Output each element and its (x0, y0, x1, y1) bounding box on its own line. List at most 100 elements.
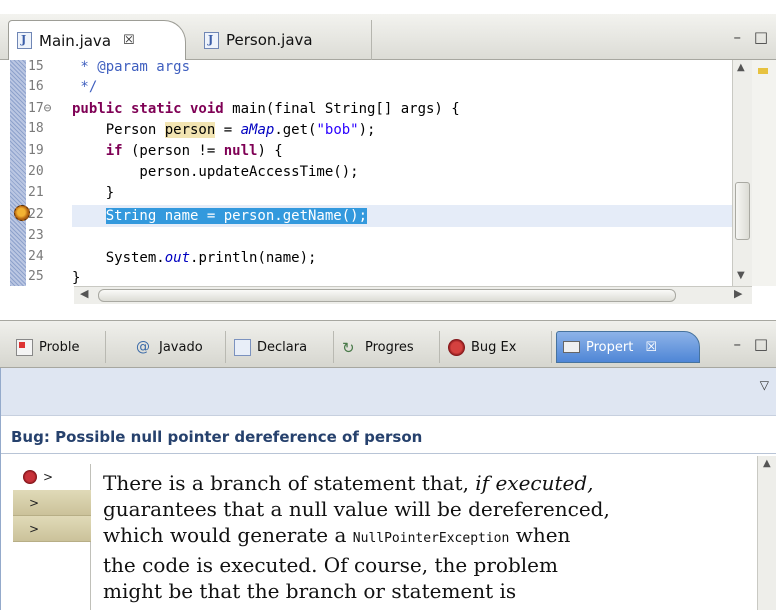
view-menu-icon[interactable]: ▽ (760, 378, 769, 392)
tab-person-java[interactable]: J Person.java (196, 20, 372, 60)
properties-scrollbar[interactable]: ▲ (757, 456, 776, 610)
keyword: public static void (72, 101, 224, 117)
line-number: 22 (28, 207, 44, 222)
code-line-21: } (72, 185, 115, 201)
tab-label: Progres (365, 339, 414, 355)
line-number: 15 (28, 59, 44, 74)
code-text: (person != (122, 143, 224, 159)
tree-row[interactable]: > (13, 490, 91, 516)
properties-toolbar: ▽ (1, 368, 776, 416)
scroll-thumb[interactable] (98, 289, 676, 302)
line-number[interactable]: 17⊖ (28, 100, 51, 118)
editor-tab-bar: J Main.java ☒ J Person.java – □ (0, 14, 776, 60)
code-text: ) { (257, 143, 283, 159)
warning-mark-icon[interactable] (758, 68, 768, 74)
tab-properties[interactable]: Propert ☒ (556, 331, 700, 363)
bug-title: Bug: Possible null pointer dereference o… (11, 428, 423, 446)
code-line-16: */ (72, 79, 98, 95)
scroll-up-icon[interactable]: ▲ (763, 458, 771, 469)
tab-label: Declara (257, 339, 308, 355)
description-code: NullPointerException (352, 531, 510, 546)
description-text: There is a branch of statement that, (103, 471, 476, 495)
code-line-17: public static void main(final String[] a… (72, 98, 460, 120)
bug-icon (23, 470, 37, 484)
code-line-19: if (person != null) { (72, 140, 283, 162)
line-number: 25 (28, 269, 44, 284)
line-number: 16 (28, 79, 44, 94)
description-line: the code is executed. Of course, the pro… (103, 553, 558, 577)
field-reference: aMap (240, 122, 275, 138)
code-line-22: String name = person.getName(); (72, 205, 368, 227)
tab-progress[interactable]: ↻ Progres (336, 331, 440, 363)
overview-ruler[interactable] (752, 60, 776, 286)
tab-label: Person.java (226, 31, 313, 49)
description-emphasis: if executed, (475, 471, 594, 495)
keyword: if (105, 143, 123, 159)
progress-icon: ↻ (342, 338, 355, 357)
description-line: which would generate a NullPointerExcept… (103, 522, 713, 552)
editor-horizontal-scrollbar[interactable]: ◀ ▶ (74, 286, 752, 304)
problems-icon (16, 338, 33, 356)
line-number: 21 (28, 185, 44, 200)
scroll-thumb[interactable] (735, 182, 750, 240)
expand-arrow[interactable]: > (43, 470, 53, 484)
tree-row[interactable]: > (13, 516, 91, 542)
properties-icon (563, 341, 580, 353)
line-number: 20 (28, 164, 44, 179)
selected-code[interactable]: String name = person.getName(); (105, 208, 368, 224)
tab-javadoc[interactable]: @ Javado (130, 331, 226, 363)
code-text: .get( (274, 122, 317, 138)
close-tab-icon[interactable]: ☒ (123, 33, 135, 48)
description-line: There is a branch of statement that, if … (103, 470, 713, 496)
properties-view: ▽ Bug: Possible null pointer dereference… (0, 368, 776, 610)
string-literal: "bob" (316, 122, 359, 138)
minimize-maximize-buttons[interactable]: – □ (734, 335, 772, 353)
javadoc-icon: @ (136, 338, 150, 355)
bug-description: There is a branch of statement that, if … (103, 470, 713, 604)
java-file-icon: J (17, 32, 32, 49)
scroll-down-icon[interactable]: ▼ (737, 270, 745, 281)
code-text: ); (358, 122, 376, 138)
scroll-right-icon[interactable]: ▶ (734, 287, 742, 300)
tab-label: Main.java (39, 31, 112, 50)
scroll-left-icon[interactable]: ◀ (80, 287, 88, 300)
code-area[interactable]: * @param args */ public static void main… (72, 59, 732, 286)
tab-label: Bug Ex (471, 339, 517, 355)
declaration-icon (234, 338, 251, 356)
code-line-20: person.updateAccessTime(); (72, 164, 359, 180)
line-number: 19 (28, 143, 44, 158)
tab-main-java[interactable]: J Main.java ☒ (8, 20, 186, 60)
tree-row[interactable]: > (13, 464, 91, 490)
bug-marker-icon[interactable] (14, 205, 30, 221)
tab-bug-explorer[interactable]: Bug Ex (442, 331, 552, 363)
line-numbers: 15 16 17⊖ 18 19 20 21 22 23 24 25 (26, 59, 72, 286)
line-number: 24 (28, 249, 44, 264)
minimize-maximize-buttons[interactable]: – □ (734, 28, 772, 46)
description-text: when (509, 523, 571, 547)
description-line: might be that the branch or statement is (103, 579, 517, 603)
code-line-18: Person person = aMap.get("bob"); (72, 119, 375, 141)
code-line-24: System.out.println(name); (72, 247, 317, 269)
expand-arrow[interactable]: > (29, 496, 39, 510)
close-tab-icon[interactable]: ☒ (645, 340, 657, 355)
editor-vertical-scrollbar[interactable]: ▲ ▼ (732, 60, 752, 286)
scroll-up-icon[interactable]: ▲ (737, 62, 745, 73)
code-text: System. (72, 250, 165, 266)
line-number: 18 (28, 121, 44, 136)
tab-problems[interactable]: Proble (10, 331, 106, 363)
expand-arrow[interactable]: > (29, 522, 39, 536)
code-text: .println(name); (190, 250, 317, 266)
code-editor[interactable]: 15 16 17⊖ 18 19 20 21 22 23 24 25 * @par… (0, 59, 776, 304)
tab-declaration[interactable]: Declara (228, 331, 334, 363)
tab-label: Propert (586, 339, 634, 355)
tab-label: Proble (39, 339, 80, 355)
java-file-icon: J (204, 31, 219, 49)
tab-label: Javado (159, 339, 203, 355)
line-number: 23 (28, 228, 44, 243)
description-line: guarantees that a null value will be der… (103, 497, 610, 521)
views-tab-bar: Proble @ Javado Declara ↻ Progres Bug Ex… (0, 320, 776, 368)
code-text: main(final String[] args) { (223, 101, 460, 117)
property-tree: > > > (13, 464, 91, 610)
